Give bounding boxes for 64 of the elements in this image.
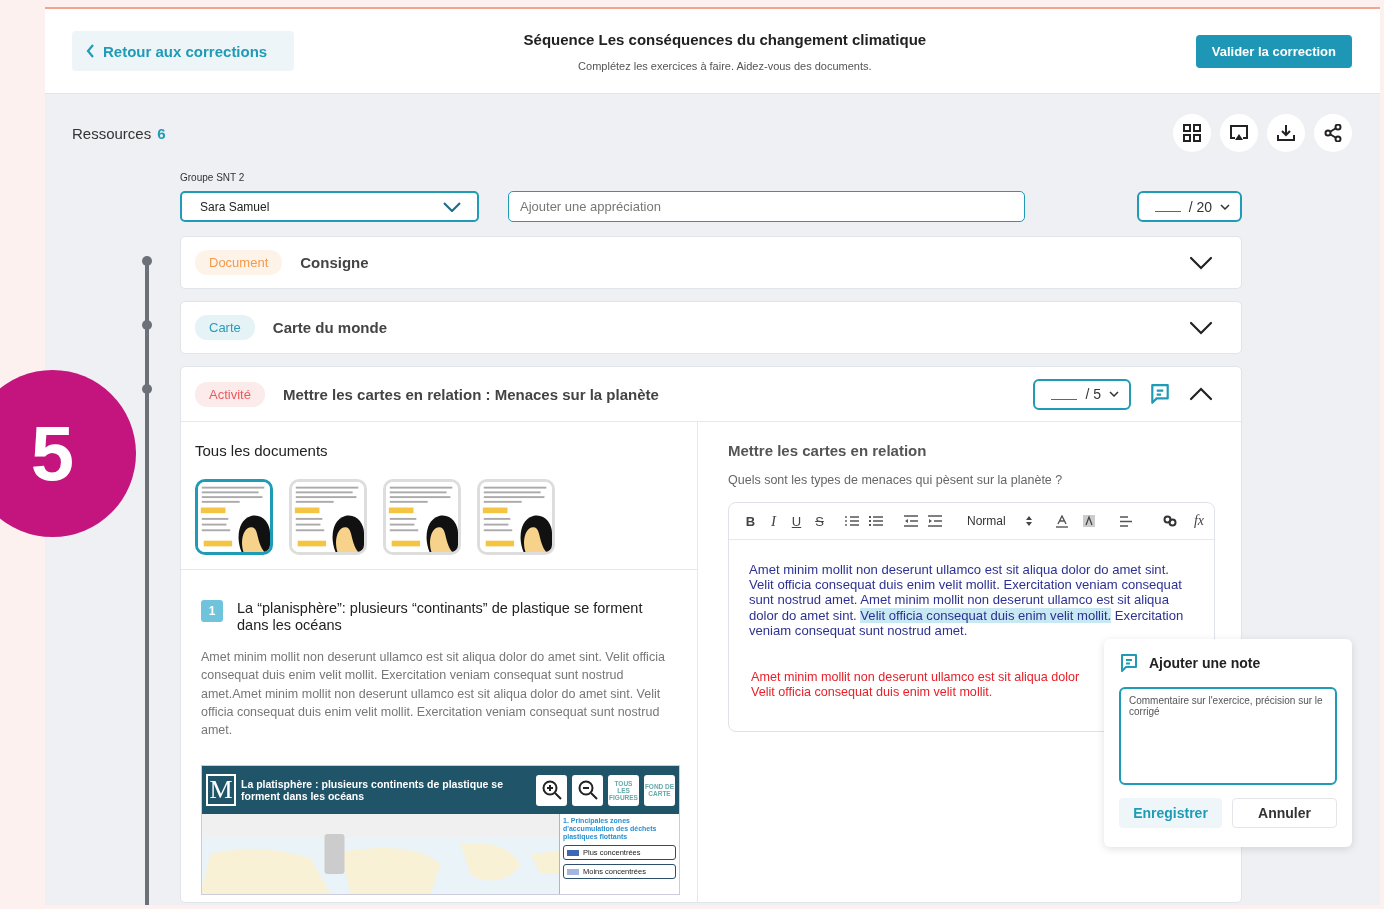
caret-icon xyxy=(1220,203,1230,210)
page-subtitle: Complétez les exercices à faire. Aidez-vous des documents. xyxy=(578,59,872,72)
document-number: 1 xyxy=(201,600,223,622)
question: Quels sont les types de menaces qui pèsent sur la planète ? xyxy=(728,473,1064,487)
answer-text: Amet minim mollit non deserunt ullamco est sit aliqua dolor do amet sint. Velit officia consequat duis enim velit mollit. Exercitation veniam consequat sunt nostrud amet. Amet minim mollit non deserunt ullamco est sit aliqua dolor do amet sint. Velit officia consequat duis enim velit mollit. Exercitation veniam consequat sunt nostrud amet. xyxy=(749,562,1185,638)
text-color-icon[interactable] xyxy=(1055,514,1068,528)
bullet-list-icon[interactable] xyxy=(869,515,883,527)
tag: Document xyxy=(195,250,283,275)
documents-heading: Tous les documents xyxy=(195,442,329,459)
zoom-out-button[interactable] xyxy=(572,775,603,806)
share-button[interactable] xyxy=(1314,114,1352,152)
zoom-in-icon xyxy=(540,779,563,802)
resources-label: Ressources 6 xyxy=(72,124,166,142)
grid-icon xyxy=(1183,124,1201,142)
download-icon xyxy=(1277,124,1295,142)
comment-icon xyxy=(1119,653,1139,673)
note-field[interactable]: Commentaire sur l'exercice, précision sur le corrigé xyxy=(1119,687,1337,785)
grade-select[interactable]: / 20 xyxy=(1136,191,1242,222)
indent-icon[interactable] xyxy=(928,515,942,527)
collapse-icon[interactable] xyxy=(1189,387,1213,401)
format-button[interactable]: S xyxy=(808,513,831,529)
section-title: Consigne xyxy=(300,254,370,271)
align-icon[interactable] xyxy=(1119,515,1132,527)
tag: Activité xyxy=(195,381,265,407)
numbered-list-icon[interactable] xyxy=(845,515,859,527)
sort-icon xyxy=(1025,516,1032,526)
caret-icon xyxy=(1109,391,1119,397)
popover-title: Ajouter une note xyxy=(1149,655,1261,671)
page-title: Séquence Les conséquences du changement climatique xyxy=(523,30,927,48)
zoom-out-icon xyxy=(576,779,599,802)
share-icon xyxy=(1324,124,1342,142)
link-icon[interactable] xyxy=(1162,515,1177,527)
cancel-button[interactable]: Annuler xyxy=(1232,798,1337,828)
screen-icon xyxy=(1229,124,1249,142)
student-select[interactable]: Sara Samuel xyxy=(180,191,479,222)
format-button[interactable]: U xyxy=(785,513,808,529)
group-label: Groupe SNT 2 xyxy=(180,172,246,183)
map-title: La platisphère : plusieurs continents de plastique se forment dans les océans xyxy=(241,778,504,803)
correction-text: Amet minim mollit non deserunt ullamco est sit aliqua dolor Velit officia consequat duis enim velit mollit. xyxy=(751,670,1080,701)
logo: M xyxy=(206,774,236,807)
format-button[interactable]: I xyxy=(762,512,785,530)
chevron-icon xyxy=(443,201,461,212)
download-button[interactable] xyxy=(1267,114,1305,152)
style-select[interactable]: Normal xyxy=(967,514,1032,528)
section-title: Carte du monde xyxy=(272,319,388,336)
zoom-in-button[interactable] xyxy=(536,775,567,806)
cast-button[interactable] xyxy=(1220,114,1258,152)
section-title: Mettre les cartes en relation : Menaces sur la planète xyxy=(282,385,660,403)
highlight-icon[interactable] xyxy=(1082,515,1095,527)
expand-icon[interactable] xyxy=(1189,255,1213,270)
tag: Carte xyxy=(195,315,255,340)
grid-button[interactable] xyxy=(1173,114,1211,152)
back-icon xyxy=(86,44,95,58)
exercise-title: Mettre les cartes en relation xyxy=(728,442,928,459)
grade-select[interactable]: / 5 xyxy=(1033,378,1131,410)
format-button[interactable]: B xyxy=(739,513,762,529)
document-text: Amet minim mollit non deserunt ullamco est sit aliqua dolor do amet sint. Velit officia consequat duis enim velit mollit. Exercitation veniam consequat sunt nostrud amet.Amet minim mollit non deserunt ullamco est sit aliqua dolor do amet sint. Velit officia consequat duis enim velit mollit. Exercitation veniam consequat sunt nostrud amet. xyxy=(201,649,666,740)
document-title: La “planisphère”: plusieurs “continants” de plastique se forment dans les océans xyxy=(237,600,644,634)
outdent-icon[interactable] xyxy=(904,515,918,527)
formula-button[interactable]: fx xyxy=(1193,513,1204,529)
document-thumbnail[interactable] xyxy=(195,479,273,555)
comment-icon xyxy=(1149,383,1171,405)
appreciation-field[interactable]: Ajouter une appréciation xyxy=(508,191,1025,222)
expand-icon[interactable] xyxy=(1189,320,1213,335)
